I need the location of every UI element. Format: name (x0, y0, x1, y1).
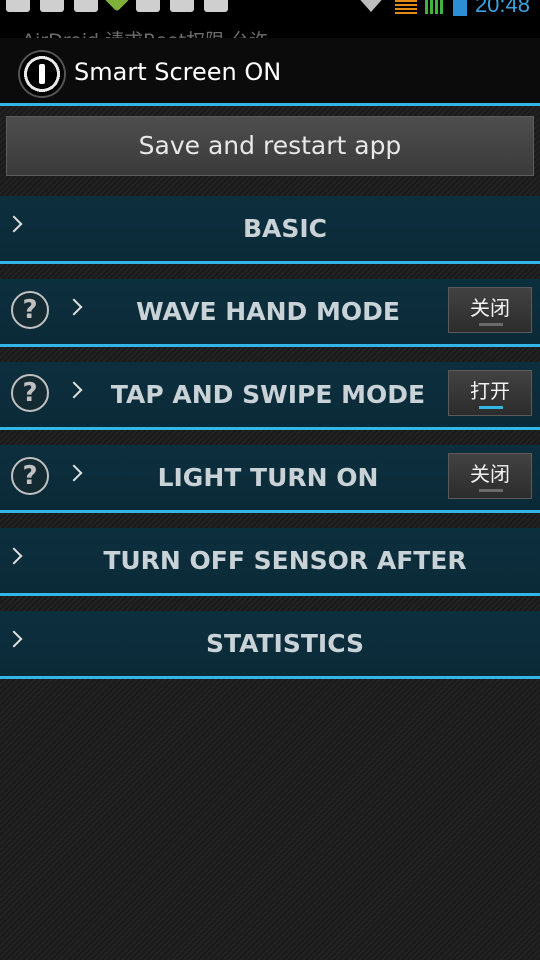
section-label: TURN OFF SENSOR AFTER (103, 546, 467, 575)
battery-icon (452, 0, 467, 16)
toggle-indicator (479, 406, 503, 409)
chevron-right-icon (5, 547, 23, 565)
chevron-right-icon (5, 630, 23, 648)
section-label: LIGHT TURN ON (157, 463, 379, 492)
toggle-indicator (479, 323, 503, 326)
power-icon[interactable] (20, 52, 64, 96)
notification-icons (6, 0, 228, 12)
help-icon[interactable]: ? (11, 374, 49, 412)
action-bar: Smart Screen ON (0, 38, 540, 106)
chevron-right-icon (65, 381, 83, 399)
tap-and-swipe-toggle[interactable]: 打开 (448, 370, 532, 416)
toggle-label: 关闭 (470, 296, 510, 320)
chevron-right-icon (65, 464, 83, 482)
3g-icon (394, 0, 417, 14)
light-turn-on-toggle[interactable]: 关闭 (448, 453, 532, 499)
signal-icon (424, 0, 445, 14)
message-notification-icon (170, 0, 194, 12)
mail-notification-icon (136, 0, 160, 12)
help-icon[interactable]: ? (11, 291, 49, 329)
section-label: BASIC (242, 214, 328, 243)
android-notification-icon (104, 0, 130, 12)
wifi-icon (354, 0, 387, 12)
chevron-right-icon (5, 215, 23, 233)
save-restart-button[interactable]: Save and restart app (6, 116, 534, 176)
section-wave-hand-mode[interactable]: ? WAVE HAND MODE 关闭 (0, 279, 540, 347)
toggle-label: 关闭 (470, 462, 510, 486)
section-turn-off-sensor-after[interactable]: TURN OFF SENSOR AFTER (0, 528, 540, 596)
chevron-right-icon (65, 298, 83, 316)
section-statistics[interactable]: STATISTICS (0, 611, 540, 679)
wave-hand-toggle[interactable]: 关闭 (448, 287, 532, 333)
clock: 20:48 (474, 0, 530, 17)
ticker-text: AirDroid 请求Root权限 允许 (22, 26, 268, 38)
section-light-turn-on[interactable]: ? LIGHT TURN ON 关闭 (0, 445, 540, 513)
toggle-indicator (479, 489, 503, 492)
section-tap-and-swipe-mode[interactable]: ? TAP AND SWIPE MODE 打开 (0, 362, 540, 430)
status-icons: 20:48 (354, 0, 530, 17)
section-basic[interactable]: BASIC (0, 196, 540, 264)
section-label: TAP AND SWIPE MODE (110, 380, 426, 409)
grid-notification-icon (204, 0, 228, 12)
app-title: Smart Screen ON (74, 58, 282, 86)
section-label: WAVE HAND MODE (136, 297, 400, 326)
section-label: STATISTICS (205, 629, 365, 658)
help-icon[interactable]: ? (11, 457, 49, 495)
toggle-label: 打开 (470, 379, 510, 403)
phone-notification-icon (40, 0, 64, 12)
usb-icon (74, 0, 98, 12)
check-notification-icon (6, 0, 30, 12)
status-bar: AirDroid 请求Root权限 允许 20:48 (0, 0, 540, 38)
